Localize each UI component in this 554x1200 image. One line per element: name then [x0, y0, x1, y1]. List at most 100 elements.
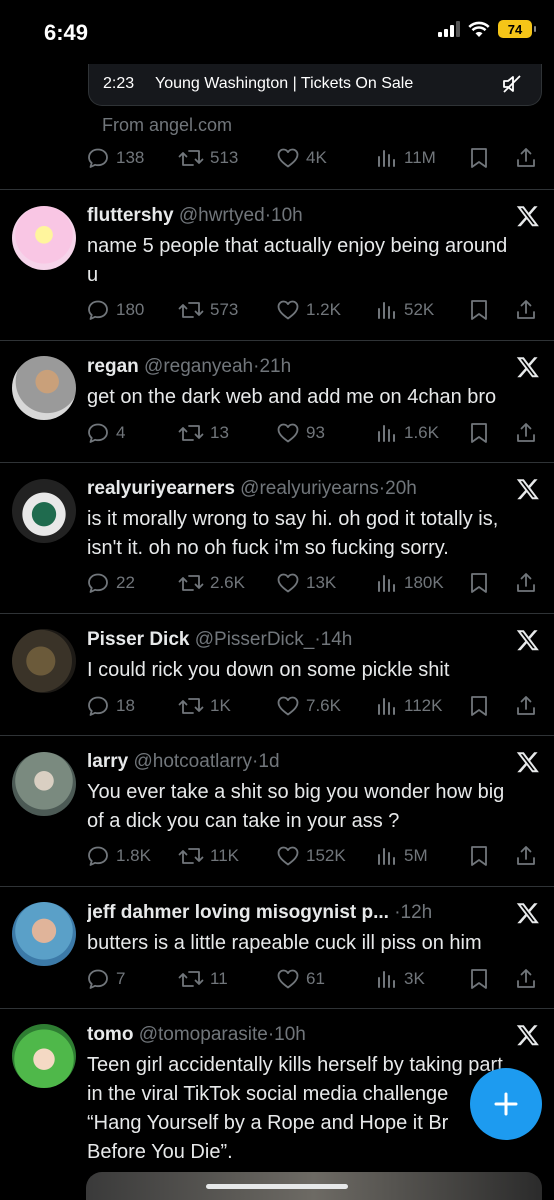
avatar[interactable] [12, 752, 76, 816]
display-name[interactable]: jeff dahmer loving misogynist p... [87, 902, 389, 923]
avatar[interactable] [12, 1024, 76, 1088]
views-icon [378, 150, 395, 167]
timestamp[interactable]: 14h [321, 629, 353, 650]
share-button[interactable] [514, 421, 538, 445]
tweet-header: realyuriyearners @realyuriyearns·20h [87, 478, 417, 499]
bookmark-button[interactable] [468, 571, 490, 595]
views-button[interactable]: 112K [376, 694, 442, 718]
tweet[interactable]: realyuriyearners @realyuriyearns·20h is … [0, 463, 554, 614]
bookmark-button[interactable] [468, 146, 490, 170]
tweet-actions: 22 2.6K 13K 180K [86, 569, 536, 597]
views-icon [378, 971, 395, 988]
bookmark-button[interactable] [468, 694, 490, 718]
share-button[interactable] [514, 844, 538, 868]
home-indicator[interactable] [206, 1184, 348, 1189]
display-name[interactable]: regan [87, 356, 139, 377]
avatar[interactable] [12, 206, 76, 270]
avatar[interactable] [12, 902, 76, 966]
tweet[interactable]: fluttershy @hwrtyed·10h name 5 people th… [0, 190, 554, 341]
reply-button[interactable]: 180 [86, 298, 144, 322]
avatar[interactable] [12, 356, 76, 420]
tweet-actions: 1.8K 11K 152K 5M [86, 842, 536, 870]
timestamp[interactable]: 1d [258, 751, 279, 772]
tweet-actions: 18 1K 7.6K 112K [86, 692, 536, 720]
status-bar: 6:49 74 [0, 0, 554, 64]
share-button[interactable] [514, 571, 538, 595]
timestamp[interactable]: 10h [271, 205, 303, 226]
tweet-text: I could rick you down on some pickle shi… [87, 659, 450, 681]
reply-icon [88, 696, 108, 716]
reply-button[interactable]: 7 [86, 967, 125, 991]
bookmark-button[interactable] [468, 298, 490, 322]
display-name[interactable]: tomo [87, 1024, 133, 1045]
views-button[interactable]: 3K [376, 967, 425, 991]
mute-icon[interactable] [501, 73, 523, 95]
video-timestamp: 2:23 [103, 75, 135, 92]
views-icon [378, 302, 395, 319]
like-button[interactable]: 152K [276, 844, 346, 868]
compose-button[interactable] [470, 1068, 542, 1140]
bookmark-button[interactable] [468, 967, 490, 991]
retweet-button[interactable]: 1K [178, 694, 231, 718]
user-handle[interactable]: @PisserDick_ [195, 629, 315, 650]
retweet-button[interactable]: 13 [178, 421, 229, 445]
tweet-header: jeff dahmer loving misogynist p... ·12h [87, 902, 433, 923]
status-time: 6:49 [44, 20, 89, 45]
like-button[interactable]: 1.2K [276, 298, 341, 322]
display-name[interactable]: Pisser Dick [87, 629, 189, 650]
views-button[interactable]: 52K [376, 298, 434, 322]
user-handle[interactable]: @realyuriyearns [240, 478, 379, 499]
share-button[interactable] [514, 298, 538, 322]
display-name[interactable]: realyuriyearners [87, 478, 235, 499]
user-handle[interactable]: @reganyeah [144, 356, 253, 377]
like-button[interactable]: 4K [276, 146, 327, 170]
share-icon [517, 573, 535, 592]
like-button[interactable]: 93 [276, 421, 325, 445]
like-button[interactable]: 7.6K [276, 694, 341, 718]
tweet-partial[interactable]: 2:23 Young Washington | Tickets On Sale … [0, 64, 554, 190]
user-handle[interactable]: @hotcoatlarry [133, 751, 252, 772]
retweet-button[interactable]: 513 [178, 146, 238, 170]
views-button[interactable]: 180K [376, 571, 444, 595]
reply-button[interactable]: 1.8K [86, 844, 151, 868]
like-button[interactable]: 61 [276, 967, 325, 991]
like-button[interactable]: 13K [276, 571, 336, 595]
retweet-button[interactable]: 11K [178, 844, 239, 868]
avatar[interactable] [12, 479, 76, 543]
retweet-button[interactable]: 573 [178, 298, 238, 322]
reply-icon [88, 148, 108, 168]
share-button[interactable] [514, 146, 538, 170]
display-name[interactable]: larry [87, 751, 128, 772]
tweet[interactable]: regan @reganyeah·21h get on the dark web… [0, 341, 554, 463]
reply-button[interactable]: 4 [86, 421, 125, 445]
display-name[interactable]: fluttershy [87, 205, 174, 226]
share-icon [517, 969, 535, 988]
bookmark-button[interactable] [468, 421, 490, 445]
bookmark-button[interactable] [468, 844, 490, 868]
user-handle[interactable]: @hwrtyed [179, 205, 265, 226]
tweet-actions: 138 513 4K 11M [86, 144, 536, 172]
tweet[interactable]: jeff dahmer loving misogynist p... ·12h … [0, 887, 554, 1009]
tweet[interactable]: Pisser Dick @PisserDick_·14h I could ric… [0, 614, 554, 736]
timestamp[interactable]: 20h [385, 478, 417, 499]
timestamp[interactable]: 10h [274, 1024, 306, 1045]
reply-button[interactable]: 22 [86, 571, 135, 595]
tweet[interactable]: larry @hotcoatlarry·1d You ever take a s… [0, 736, 554, 887]
views-button[interactable]: 5M [376, 844, 428, 868]
retweet-button[interactable]: 11 [178, 967, 228, 991]
user-handle[interactable]: @tomoparasite [139, 1024, 268, 1045]
views-button[interactable]: 1.6K [376, 421, 439, 445]
timestamp[interactable]: 21h [259, 356, 291, 377]
reply-button[interactable]: 18 [86, 694, 135, 718]
video-card[interactable]: 2:23 Young Washington | Tickets On Sale [88, 64, 542, 106]
status-icons: 74 [438, 20, 536, 38]
share-button[interactable] [514, 967, 538, 991]
timestamp[interactable]: 12h [401, 902, 433, 923]
avatar[interactable] [12, 629, 76, 693]
views-button[interactable]: 11M [376, 146, 436, 170]
x-logo-icon [516, 1025, 539, 1046]
reply-button[interactable]: 138 [86, 146, 144, 170]
retweet-button[interactable]: 2.6K [178, 571, 245, 595]
ad-source[interactable]: From angel.com [102, 115, 232, 136]
share-button[interactable] [514, 694, 538, 718]
